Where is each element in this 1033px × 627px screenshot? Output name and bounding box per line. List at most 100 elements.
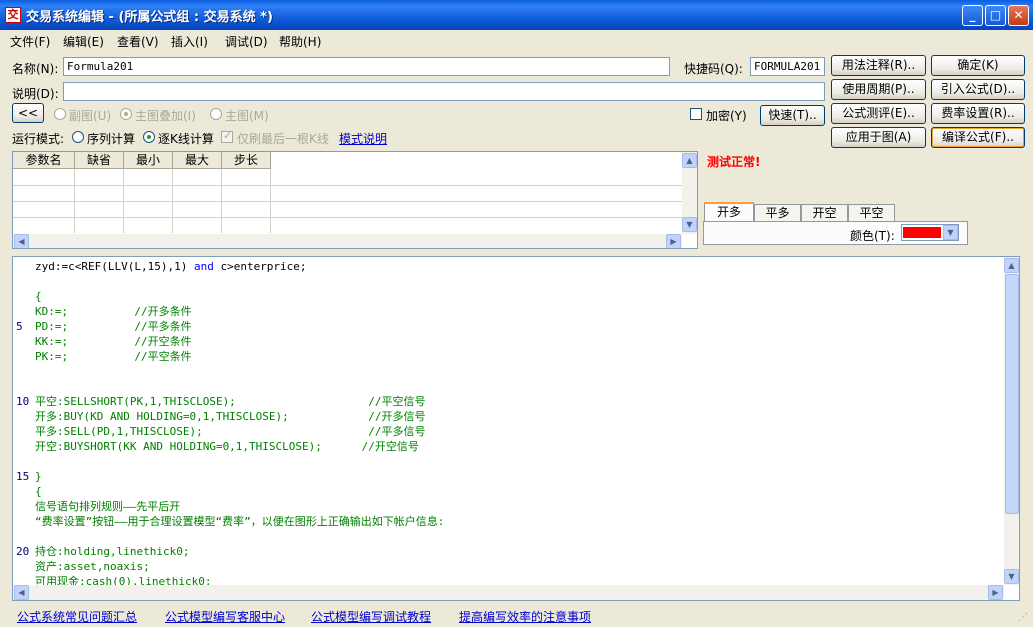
- radio-run-per-bar-label: 逐K线计算: [158, 132, 214, 146]
- radio-main-chart[interactable]: [210, 108, 222, 120]
- menu-debug[interactable]: 调试(D): [225, 33, 268, 50]
- radio-main-chart-label: 主图(M): [225, 109, 269, 123]
- usage-notes-button[interactable]: 用法注释(R)..: [831, 55, 926, 76]
- param-header-step[interactable]: 步长: [222, 152, 271, 169]
- compile-formula-button[interactable]: 编译公式(F)..: [931, 127, 1025, 148]
- grid-line: [270, 169, 271, 233]
- import-formula-button[interactable]: 引入公式(D)..: [931, 79, 1025, 100]
- code-line: 平多:SELL(PD,1,THISCLOSE); //平多信号: [35, 424, 426, 439]
- code-token: KK:=; //开空条件: [35, 335, 192, 348]
- last-bar-checkbox[interactable]: [221, 129, 233, 143]
- status-text: 测试正常!: [707, 155, 761, 169]
- footer-link-faq[interactable]: 公式系统常见问题汇总: [17, 608, 137, 625]
- footer-link-support[interactable]: 公式模型编写客服中心: [165, 608, 285, 625]
- code-line: “费率设置”按钮——用于合理设置模型“费率”，以便在图形上正确输出如下帐户信息:: [35, 514, 444, 529]
- grid-line: [13, 201, 683, 202]
- menu-insert[interactable]: 插入(I): [171, 33, 208, 50]
- minimize-icon[interactable]: _: [962, 5, 983, 26]
- scroll-up-icon[interactable]: ▲: [1004, 258, 1019, 273]
- use-period-button[interactable]: 使用周期(P)..: [831, 79, 926, 100]
- hotkey-label: 快捷码(Q):: [684, 62, 743, 76]
- param-header-max[interactable]: 最大: [173, 152, 222, 169]
- color-swatch: [903, 227, 941, 238]
- footer-link-tutorial[interactable]: 公式模型编写调试教程: [311, 608, 431, 625]
- radio-sub-chart-label: 副图(U): [69, 109, 112, 123]
- apply-to-chart-button[interactable]: 应用于图(A): [831, 127, 926, 148]
- code-line: KD:=; //开多条件: [35, 304, 192, 319]
- menu-file[interactable]: 文件(F): [10, 33, 50, 50]
- window-title: 交易系统编辑 - (所属公式组 : 交易系统 *): [26, 10, 273, 25]
- param-header-min[interactable]: 最小: [124, 152, 173, 169]
- hotkey-input[interactable]: FORMULA201: [750, 57, 825, 76]
- name-input[interactable]: Formula201: [63, 57, 670, 76]
- maximize-icon[interactable]: □: [985, 5, 1006, 26]
- scroll-down-icon[interactable]: ▼: [682, 217, 697, 232]
- close-icon[interactable]: ✕: [1008, 5, 1029, 26]
- grid-line: [123, 169, 124, 233]
- grid-line: [221, 169, 222, 233]
- test-formula-button[interactable]: 公式测评(E)..: [831, 103, 926, 124]
- app-icon: 交: [5, 7, 21, 23]
- code-token: {: [35, 485, 42, 498]
- radio-run-sequential[interactable]: [72, 131, 84, 143]
- quick-button[interactable]: 快速(T)..: [760, 105, 825, 126]
- code-line: 资产:asset,noaxis;: [35, 559, 150, 574]
- grid-line: [13, 217, 683, 218]
- code-line: 平空:SELLSHORT(PK,1,THISCLOSE); //平空信号: [35, 394, 426, 409]
- footer-link-tips[interactable]: 提高编写效率的注意事项: [459, 608, 591, 625]
- line-number: 5: [16, 320, 23, 333]
- menu-edit[interactable]: 编辑(E): [63, 33, 104, 50]
- scroll-up-icon[interactable]: ▲: [682, 153, 697, 168]
- code-line: 开空:BUYSHORT(KK AND HOLDING=0,1,THISCLOSE…: [35, 439, 419, 454]
- code-token: 平空:SELLSHORT(PK,1,THISCLOSE); //平空信号: [35, 395, 426, 408]
- code-token: 开多:BUY(KD AND HOLDING=0,1,THISCLOSE); //…: [35, 410, 426, 423]
- chevron-down-icon[interactable]: ▼: [943, 225, 958, 240]
- grid-line: [13, 185, 683, 186]
- fee-settings-button[interactable]: 费率设置(R)..: [931, 103, 1025, 124]
- scroll-right-icon[interactable]: ▶: [988, 585, 1003, 600]
- resize-grip-icon[interactable]: ⋰: [1018, 612, 1030, 624]
- tab-close-long[interactable]: 平多: [754, 204, 801, 222]
- grid-line: [74, 169, 75, 233]
- radio-run-per-bar[interactable]: [143, 131, 155, 143]
- scroll-down-icon[interactable]: ▼: [1004, 569, 1019, 584]
- scroll-left-icon[interactable]: ◀: [14, 234, 29, 248]
- radio-run-sequential-label: 序列计算: [87, 132, 136, 146]
- title-bar[interactable]: 交 交易系统编辑 - (所属公式组 : 交易系统 *) _ □ ✕: [0, 0, 1033, 30]
- param-header-default[interactable]: 缺省: [75, 152, 124, 169]
- collapse-button[interactable]: <<: [12, 103, 44, 123]
- menu-view[interactable]: 查看(V): [117, 33, 159, 50]
- radio-main-overlay[interactable]: [120, 108, 132, 120]
- editor-hscrollbar[interactable]: [13, 585, 1004, 600]
- param-table[interactable]: 参数名 缺省 最小 最大 步长 ▲ ▼ ◀ ▶: [12, 151, 698, 249]
- code-token: PD:=; //平多条件: [35, 320, 192, 333]
- menu-bar: 文件(F) 编辑(E) 查看(V) 插入(I) 调试(D) 帮助(H): [0, 30, 1033, 50]
- tab-close-short[interactable]: 平空: [848, 204, 895, 222]
- desc-input[interactable]: [63, 82, 825, 101]
- radio-main-overlay-label: 主图叠加(I): [135, 109, 196, 123]
- code-token: 持仓:holding,linethick0;: [35, 545, 190, 558]
- tab-open-short[interactable]: 开空: [801, 204, 848, 222]
- grid-line: [172, 169, 173, 233]
- editor-scroll-thumb[interactable]: [1005, 274, 1019, 514]
- scroll-left-icon[interactable]: ◀: [14, 585, 29, 600]
- param-hscrollbar[interactable]: [13, 234, 682, 248]
- code-line: 持仓:holding,linethick0;: [35, 544, 189, 559]
- code-token: 信号语句排列规则——先平后开: [35, 500, 181, 513]
- code-editor[interactable]: zyd:=c<REF(LLV(L,15),1) and c>enterprice…: [12, 256, 1020, 601]
- mode-help-link[interactable]: 模式说明: [339, 130, 387, 147]
- radio-sub-chart[interactable]: [54, 108, 66, 120]
- code-line: {: [35, 484, 42, 499]
- code-line: PD:=; //平多条件: [35, 319, 192, 334]
- ok-button[interactable]: 确定(K): [931, 55, 1025, 76]
- name-label: 名称(N):: [12, 62, 59, 76]
- param-header-name[interactable]: 参数名: [13, 152, 75, 169]
- code-token: {: [35, 290, 42, 303]
- scroll-right-icon[interactable]: ▶: [666, 234, 681, 248]
- desc-label: 说明(D):: [12, 87, 59, 101]
- menu-help[interactable]: 帮助(H): [279, 33, 321, 50]
- encrypt-checkbox[interactable]: [690, 108, 702, 120]
- tab-open-long[interactable]: 开多: [704, 202, 754, 222]
- code-line: {: [35, 289, 42, 304]
- code-token: PK:=; //平空条件: [35, 350, 192, 363]
